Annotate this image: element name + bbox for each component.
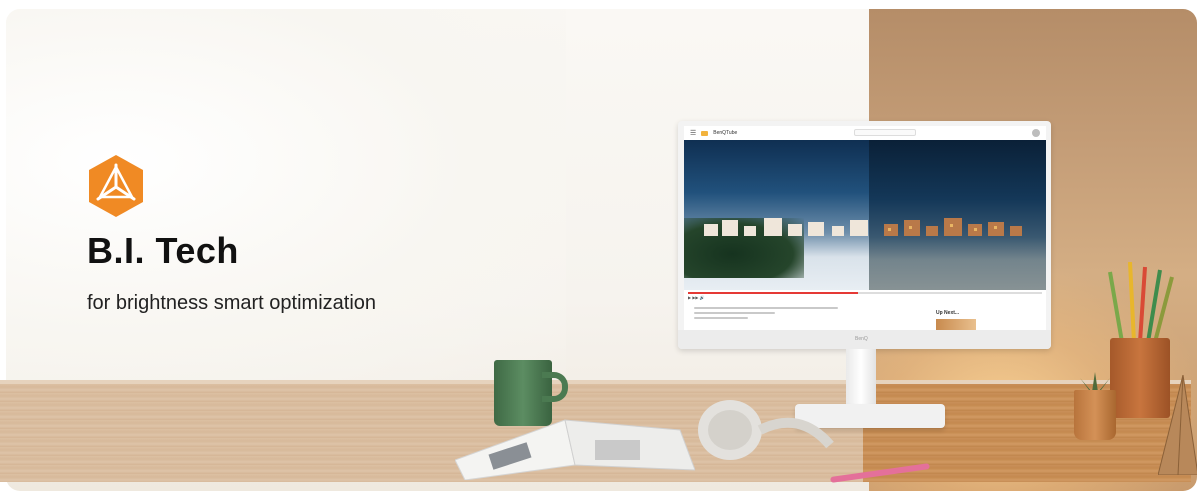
up-next-label: Up Next...	[936, 310, 960, 316]
menu-icon: ☰	[690, 129, 697, 137]
video-app-name: BenQTube	[713, 130, 738, 136]
mug-handle	[542, 372, 568, 402]
video-village	[704, 218, 1022, 236]
banner-subtitle: for brightness smart optimization	[87, 292, 377, 314]
pencils	[1108, 262, 1174, 342]
video-controls: ▶ ▶▶ 🔊	[688, 295, 705, 300]
video-meta	[694, 304, 874, 330]
monitor-stand	[846, 349, 876, 409]
avatar	[1032, 129, 1040, 137]
monitor-screen: ☰ BenQTube ▶ ▶▶ 🔊 Up Next...	[684, 126, 1046, 330]
video-progress-fill	[688, 292, 858, 294]
video-app-search	[854, 129, 916, 136]
plant-pot	[1074, 390, 1116, 440]
decor-pyramid	[1158, 375, 1197, 475]
hexagon-triangle-logo-icon	[89, 155, 143, 217]
video-app-logo-icon	[701, 130, 709, 136]
up-next-thumbnail	[936, 319, 976, 330]
monitor-brand: BenQ	[855, 336, 868, 342]
banner-title: B.I. Tech	[87, 230, 239, 271]
video-progress-bar	[688, 292, 1042, 294]
headphones	[698, 400, 834, 460]
open-magazine	[455, 419, 695, 480]
